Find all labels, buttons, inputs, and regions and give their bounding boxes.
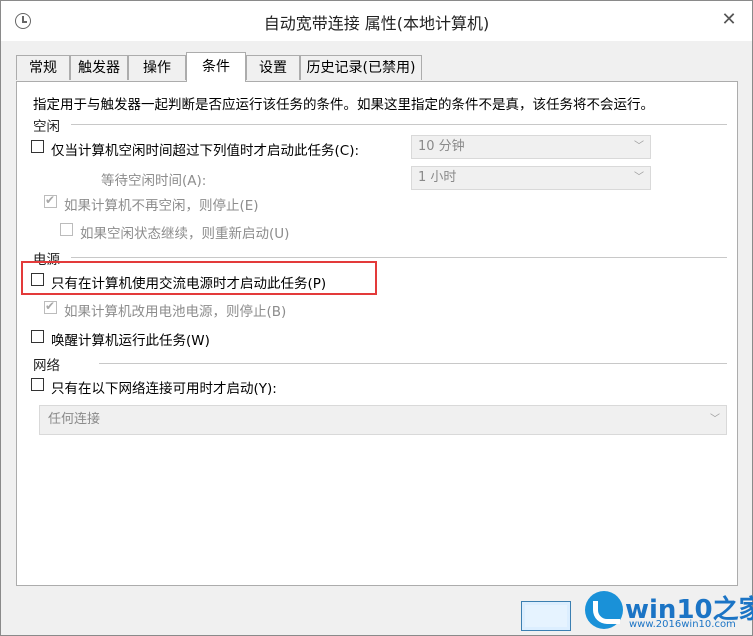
network-connection-combo[interactable]: 任何连接 ﹀: [39, 405, 727, 435]
conditions-description: 指定用于与触发器一起判断是否应运行该任务的条件。如果这里指定的条件不是真，该任务…: [33, 97, 654, 113]
checkbox-stop-on-battery[interactable]: [44, 299, 57, 314]
checkbox-start-if-idle[interactable]: [31, 140, 44, 153]
chevron-down-icon: ﹀: [710, 414, 720, 425]
option-label: 如果计算机不再空闲，则停止(E): [64, 198, 259, 214]
close-button[interactable]: ✕: [718, 9, 740, 31]
option-label: 如果空闲状态继续，则重新启动(U): [80, 226, 290, 242]
checkbox-wake-to-run[interactable]: [31, 330, 44, 343]
option-label: 仅当计算机空闲时间超过下列值时才启动此任务(C):: [51, 143, 360, 159]
combo-value: 任何连接: [48, 412, 101, 427]
conditions-panel: 指定用于与触发器一起判断是否应运行该任务的条件。如果这里指定的条件不是真，该任务…: [16, 81, 738, 586]
chevron-down-icon: ﹀: [634, 172, 644, 183]
option-label: 只有在以下网络连接可用时才启动(Y):: [51, 381, 277, 397]
section-divider: [71, 124, 727, 125]
windows-logo-icon: [585, 591, 623, 629]
properties-dialog: 自动宽带连接 属性(本地计算机) ✕ 常规 触发器 操作 条件 设置 历史记录(…: [0, 0, 753, 636]
watermark-url: www.2016win10.com: [629, 619, 736, 630]
title-bar: 自动宽带连接 属性(本地计算机) ✕: [1, 1, 752, 41]
tab-triggers[interactable]: 触发器: [70, 55, 128, 80]
window-title: 自动宽带连接 属性(本地计算机): [263, 14, 490, 33]
tab-conditions[interactable]: 条件: [186, 52, 246, 82]
section-divider: [99, 363, 727, 364]
idle-duration-combo[interactable]: 10 分钟 ﹀: [411, 135, 651, 159]
chevron-down-icon: ﹀: [634, 141, 644, 152]
option-label: 如果计算机改用电池电源，则停止(B): [64, 304, 287, 320]
wait-idle-label: 等待空闲时间(A):: [101, 173, 207, 189]
highlight-box: [21, 261, 377, 295]
checkbox-restart-if-idle[interactable]: [60, 223, 73, 236]
tab-general[interactable]: 常规: [16, 55, 70, 80]
section-idle-label: 空闲: [33, 119, 60, 135]
checkbox-stop-if-not-idle[interactable]: [44, 193, 57, 208]
section-network-label: 网络: [33, 358, 60, 374]
checkbox-start-if-network[interactable]: [31, 378, 44, 391]
combo-value: 1 小时: [418, 170, 457, 185]
watermark-logo: win10之家 www.2016win10.com: [585, 589, 753, 634]
combo-value: 10 分钟: [418, 139, 465, 154]
wait-duration-combo[interactable]: 1 小时 ﹀: [411, 166, 651, 190]
ok-button[interactable]: [521, 601, 571, 631]
section-divider: [71, 257, 727, 258]
option-label: 唤醒计算机运行此任务(W): [51, 333, 210, 349]
tab-settings[interactable]: 设置: [246, 55, 300, 80]
tab-history[interactable]: 历史记录(已禁用): [300, 55, 422, 80]
tab-actions[interactable]: 操作: [128, 55, 186, 80]
